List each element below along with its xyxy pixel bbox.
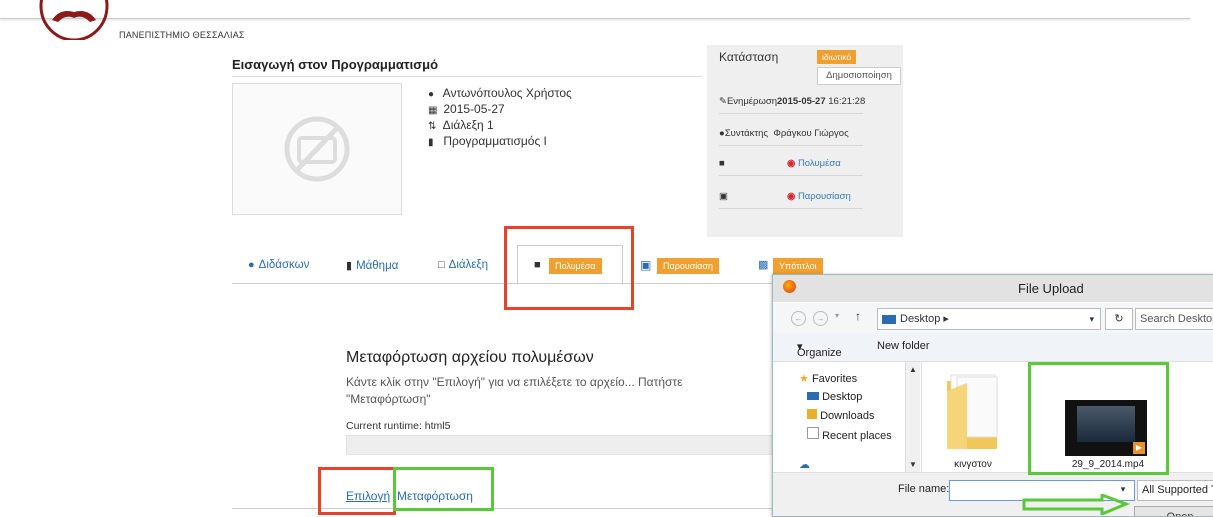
- back-icon[interactable]: ←: [791, 311, 806, 326]
- dialog-titlebar: File Upload: [773, 275, 1213, 302]
- highlight-media-tab: [504, 226, 634, 310]
- calendar-icon: ▦: [428, 105, 438, 116]
- chevron-down-icon: ▾: [1089, 314, 1094, 324]
- scroll-down-icon[interactable]: ▼: [909, 460, 917, 469]
- divider: [719, 175, 863, 176]
- status-label: Κατάσταση: [719, 50, 779, 64]
- filetype-select[interactable]: All Supported T: [1137, 480, 1213, 501]
- highlight-video-file: [1028, 362, 1169, 475]
- runtime-label: Current runtime: html5: [346, 420, 451, 432]
- video-icon: ■: [719, 158, 725, 169]
- user-icon: ●: [248, 259, 255, 271]
- university-logo: [39, 0, 109, 40]
- new-folder-button[interactable]: New folder: [877, 340, 930, 352]
- nav-scrollbar[interactable]: ▲ ▼: [905, 362, 920, 472]
- media-link[interactable]: ◉ Πολυμέσα: [787, 158, 841, 169]
- file-folder-label[interactable]: κινγστον: [938, 459, 1008, 470]
- firefox-icon: [783, 280, 796, 293]
- university-name: ΠΑΝΕΠΙΣΤΗΜΙΟ ΘΕΣΣΑΛΙΑΣ: [119, 30, 245, 40]
- book-icon: ▮: [428, 137, 434, 148]
- edit-icon: ✎: [719, 96, 727, 107]
- presenter-icon: □: [438, 259, 445, 271]
- path-box[interactable]: Desktop ▸ ▾: [877, 308, 1101, 330]
- tab-presentation[interactable]: Παρουσίαση: [657, 258, 720, 274]
- highlight-choose: [318, 467, 396, 515]
- open-button[interactable]: Open: [1134, 506, 1213, 516]
- image-row: ▣: [719, 191, 728, 202]
- filename-label: File name:: [898, 483, 950, 495]
- media-row: ■: [719, 158, 725, 169]
- tab-instructor[interactable]: ● Διδάσκων: [248, 259, 309, 271]
- publish-button[interactable]: Δημοσιοποίηση: [817, 67, 901, 85]
- recent-places-icon: [807, 427, 819, 439]
- status-panel: Κατάσταση ιδιωτικό Δημοσιοποίηση ✎Ενημέρ…: [707, 45, 903, 237]
- forward-icon[interactable]: →: [813, 311, 828, 326]
- downloads-icon: [807, 409, 817, 419]
- updated-row: ✎Ενημέρωση2015-05-27 16:21:28: [719, 96, 866, 107]
- highlight-upload: [393, 467, 494, 511]
- alert-icon: ◉: [787, 191, 796, 202]
- status-badge: ιδιωτικό: [817, 50, 857, 64]
- editor-row: ●Συντάκτης Φράγκου Γιώργος: [719, 128, 849, 139]
- dialog-toolbar: Organize ▾ New folder: [773, 333, 1213, 362]
- filename-row: File name: ▾ All Supported T Open: [773, 472, 1213, 516]
- upload-title: Μεταφόρτωση αρχείου πολυμέσων: [346, 349, 594, 366]
- presentation-link[interactable]: ◉ Παρουσίαση: [787, 191, 851, 202]
- tabs-divider: [232, 283, 774, 284]
- lecture-thumbnail: [232, 83, 402, 215]
- scroll-up-icon[interactable]: ▲: [909, 365, 917, 374]
- navigation-pane: ★ Favorites Desktop Downloads Recent pla…: [773, 362, 922, 472]
- star-icon: ★: [799, 373, 809, 385]
- divider: [719, 145, 863, 146]
- arrow-annotation: [1022, 494, 1130, 515]
- onedrive-icon: ☁: [799, 459, 810, 471]
- lecture-meta: ● Αντωνόπουλος Χρήστος ▦ 2015-05-27 ⇅ Δι…: [428, 86, 572, 150]
- nav-recent-places[interactable]: Recent places: [807, 427, 892, 442]
- address-bar: ← → ▾ ↑ Desktop ▸ ▾ ↻ Search Desktop: [773, 303, 1213, 333]
- title-divider: [232, 76, 702, 77]
- up-arrow-icon[interactable]: ↑: [855, 309, 861, 323]
- divider: [719, 113, 863, 114]
- desktop-icon: [807, 392, 819, 400]
- bottom-divider: [232, 508, 772, 509]
- meta-date: ▦ 2015-05-27: [428, 102, 505, 116]
- user-icon: ●: [428, 89, 435, 100]
- upload-progress-bar: [346, 435, 774, 455]
- nav-desktop[interactable]: Desktop: [807, 391, 862, 403]
- dialog-title: File Upload: [1018, 281, 1084, 296]
- sort-icon: ⇅: [428, 121, 437, 132]
- nav-favorites[interactable]: ★ Favorites: [799, 372, 857, 385]
- image-icon: ▣: [719, 191, 728, 202]
- header-divider: [0, 18, 1190, 19]
- nav-downloads[interactable]: Downloads: [807, 409, 874, 422]
- subtitles-icon: ▩: [758, 259, 769, 271]
- desktop-icon: [882, 314, 896, 324]
- search-input[interactable]: Search Desktop: [1135, 308, 1213, 330]
- chevron-down-icon[interactable]: ▾: [835, 311, 839, 320]
- divider: [719, 208, 863, 209]
- refresh-icon[interactable]: ↻: [1105, 308, 1133, 330]
- no-image-icon: [284, 116, 350, 182]
- upload-instructions: Κάντε κλίκ στην "Επιλογή" για να επιλέξε…: [346, 375, 683, 406]
- meta-lecture: ⇅ Διάλεξη 1: [428, 118, 494, 132]
- tab-course[interactable]: ▮ Μάθημα: [346, 259, 398, 272]
- tab-lecture[interactable]: □ Διάλεξη: [438, 259, 488, 271]
- image-icon: ▣: [640, 258, 652, 272]
- lecture-title: Εισαγωγή στον Προγραμματισμό: [232, 57, 439, 72]
- tab-subtitles[interactable]: Υπότιτλοι: [773, 258, 823, 274]
- folder-icon: [945, 371, 1003, 451]
- alert-icon: ◉: [787, 158, 796, 169]
- meta-course: ▮ Προγραμματισμός Ι: [428, 134, 547, 148]
- organize-menu[interactable]: Organize ▾: [797, 340, 842, 359]
- meta-author: ● Αντωνόπουλος Χρήστος: [428, 86, 572, 100]
- book-icon: ▮: [346, 260, 353, 272]
